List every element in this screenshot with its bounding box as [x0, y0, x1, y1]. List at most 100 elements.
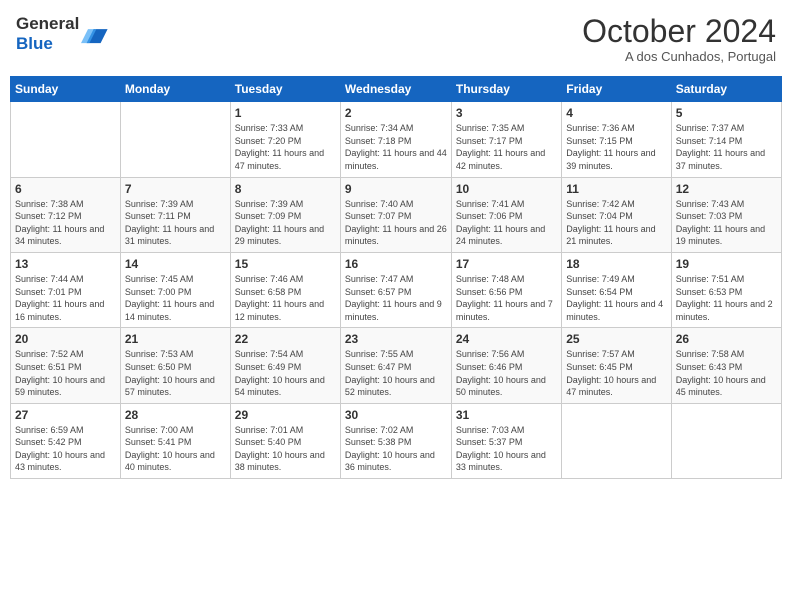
day-number: 9 — [345, 182, 447, 196]
col-header-friday: Friday — [562, 77, 671, 102]
month-title: October 2024 — [582, 14, 776, 49]
day-number: 3 — [456, 106, 557, 120]
day-info: Sunrise: 7:39 AM Sunset: 7:11 PM Dayligh… — [125, 198, 226, 248]
day-number: 11 — [566, 182, 666, 196]
calendar-week-row: 6 Sunrise: 7:38 AM Sunset: 7:12 PM Daylig… — [11, 177, 782, 252]
day-info: Sunrise: 7:53 AM Sunset: 6:50 PM Dayligh… — [125, 348, 226, 398]
calendar-cell: 21 Sunrise: 7:53 AM Sunset: 6:50 PM Dayli… — [120, 328, 230, 403]
day-info: Sunrise: 7:55 AM Sunset: 6:47 PM Dayligh… — [345, 348, 447, 398]
day-info: Sunrise: 7:52 AM Sunset: 6:51 PM Dayligh… — [15, 348, 116, 398]
calendar-cell: 28 Sunrise: 7:00 AM Sunset: 5:41 PM Dayli… — [120, 403, 230, 478]
day-info: Sunrise: 7:44 AM Sunset: 7:01 PM Dayligh… — [15, 273, 116, 323]
day-number: 14 — [125, 257, 226, 271]
col-header-sunday: Sunday — [11, 77, 121, 102]
calendar-cell: 23 Sunrise: 7:55 AM Sunset: 6:47 PM Dayli… — [340, 328, 451, 403]
day-number: 15 — [235, 257, 336, 271]
day-number: 7 — [125, 182, 226, 196]
day-number: 17 — [456, 257, 557, 271]
day-info: Sunrise: 7:02 AM Sunset: 5:38 PM Dayligh… — [345, 424, 447, 474]
day-number: 27 — [15, 408, 116, 422]
day-info: Sunrise: 7:37 AM Sunset: 7:14 PM Dayligh… — [676, 122, 777, 172]
logo-icon — [81, 20, 109, 48]
day-number: 23 — [345, 332, 447, 346]
day-info: Sunrise: 7:48 AM Sunset: 6:56 PM Dayligh… — [456, 273, 557, 323]
day-number: 6 — [15, 182, 116, 196]
col-header-wednesday: Wednesday — [340, 77, 451, 102]
day-info: Sunrise: 6:59 AM Sunset: 5:42 PM Dayligh… — [15, 424, 116, 474]
calendar-cell: 11 Sunrise: 7:42 AM Sunset: 7:04 PM Dayli… — [562, 177, 671, 252]
day-info: Sunrise: 7:45 AM Sunset: 7:00 PM Dayligh… — [125, 273, 226, 323]
calendar-header-row: SundayMondayTuesdayWednesdayThursdayFrid… — [11, 77, 782, 102]
calendar-week-row: 20 Sunrise: 7:52 AM Sunset: 6:51 PM Dayli… — [11, 328, 782, 403]
location: A dos Cunhados, Portugal — [582, 49, 776, 64]
day-number: 4 — [566, 106, 666, 120]
day-info: Sunrise: 7:01 AM Sunset: 5:40 PM Dayligh… — [235, 424, 336, 474]
day-number: 30 — [345, 408, 447, 422]
day-info: Sunrise: 7:51 AM Sunset: 6:53 PM Dayligh… — [676, 273, 777, 323]
day-number: 28 — [125, 408, 226, 422]
header: General Blue October 2024 A dos Cunhados… — [10, 10, 782, 68]
calendar-cell: 13 Sunrise: 7:44 AM Sunset: 7:01 PM Dayli… — [11, 252, 121, 327]
calendar-cell — [562, 403, 671, 478]
day-number: 20 — [15, 332, 116, 346]
calendar-cell: 7 Sunrise: 7:39 AM Sunset: 7:11 PM Daylig… — [120, 177, 230, 252]
col-header-thursday: Thursday — [451, 77, 561, 102]
day-info: Sunrise: 7:03 AM Sunset: 5:37 PM Dayligh… — [456, 424, 557, 474]
calendar-table: SundayMondayTuesdayWednesdayThursdayFrid… — [10, 76, 782, 479]
day-number: 16 — [345, 257, 447, 271]
day-number: 26 — [676, 332, 777, 346]
day-info: Sunrise: 7:57 AM Sunset: 6:45 PM Dayligh… — [566, 348, 666, 398]
day-info: Sunrise: 7:35 AM Sunset: 7:17 PM Dayligh… — [456, 122, 557, 172]
calendar-cell: 31Sunrise: 7:03 AM Sunset: 5:37 PM Dayli… — [451, 403, 561, 478]
title-block: October 2024 A dos Cunhados, Portugal — [582, 14, 776, 64]
calendar-cell: 30 Sunrise: 7:02 AM Sunset: 5:38 PM Dayli… — [340, 403, 451, 478]
day-number: 25 — [566, 332, 666, 346]
logo-general-text: General — [16, 14, 79, 34]
day-info: Sunrise: 7:49 AM Sunset: 6:54 PM Dayligh… — [566, 273, 666, 323]
day-info: Sunrise: 7:34 AM Sunset: 7:18 PM Dayligh… — [345, 122, 447, 172]
day-number: 13 — [15, 257, 116, 271]
calendar-cell: 2 Sunrise: 7:34 AM Sunset: 7:18 PM Daylig… — [340, 102, 451, 177]
col-header-saturday: Saturday — [671, 77, 781, 102]
day-number: 10 — [456, 182, 557, 196]
calendar-week-row: 1 Sunrise: 7:33 AM Sunset: 7:20 PM Daylig… — [11, 102, 782, 177]
day-number: 29 — [235, 408, 336, 422]
calendar-cell — [11, 102, 121, 177]
calendar-cell: 9Sunrise: 7:40 AM Sunset: 7:07 PM Daylig… — [340, 177, 451, 252]
calendar-cell: 12 Sunrise: 7:43 AM Sunset: 7:03 PM Dayli… — [671, 177, 781, 252]
day-number: 1 — [235, 106, 336, 120]
day-info: Sunrise: 7:38 AM Sunset: 7:12 PM Dayligh… — [15, 198, 116, 248]
calendar-cell: 26Sunrise: 7:58 AM Sunset: 6:43 PM Dayli… — [671, 328, 781, 403]
calendar-cell: 18Sunrise: 7:49 AM Sunset: 6:54 PM Dayli… — [562, 252, 671, 327]
day-info: Sunrise: 7:00 AM Sunset: 5:41 PM Dayligh… — [125, 424, 226, 474]
day-number: 5 — [676, 106, 777, 120]
calendar-cell: 5 Sunrise: 7:37 AM Sunset: 7:14 PM Daylig… — [671, 102, 781, 177]
logo-blue-text: Blue — [16, 34, 79, 54]
day-info: Sunrise: 7:33 AM Sunset: 7:20 PM Dayligh… — [235, 122, 336, 172]
calendar-cell: 6 Sunrise: 7:38 AM Sunset: 7:12 PM Daylig… — [11, 177, 121, 252]
logo: General Blue — [16, 14, 109, 53]
day-info: Sunrise: 7:43 AM Sunset: 7:03 PM Dayligh… — [676, 198, 777, 248]
calendar-cell: 4 Sunrise: 7:36 AM Sunset: 7:15 PM Daylig… — [562, 102, 671, 177]
calendar-cell: 27 Sunrise: 6:59 AM Sunset: 5:42 PM Dayli… — [11, 403, 121, 478]
day-info: Sunrise: 7:41 AM Sunset: 7:06 PM Dayligh… — [456, 198, 557, 248]
day-number: 21 — [125, 332, 226, 346]
calendar-cell: 17 Sunrise: 7:48 AM Sunset: 6:56 PM Dayli… — [451, 252, 561, 327]
col-header-monday: Monday — [120, 77, 230, 102]
day-number: 12 — [676, 182, 777, 196]
calendar-cell: 22 Sunrise: 7:54 AM Sunset: 6:49 PM Dayli… — [230, 328, 340, 403]
day-info: Sunrise: 7:54 AM Sunset: 6:49 PM Dayligh… — [235, 348, 336, 398]
calendar-cell: 24Sunrise: 7:56 AM Sunset: 6:46 PM Dayli… — [451, 328, 561, 403]
calendar-cell: 3 Sunrise: 7:35 AM Sunset: 7:17 PM Daylig… — [451, 102, 561, 177]
calendar-week-row: 27 Sunrise: 6:59 AM Sunset: 5:42 PM Dayli… — [11, 403, 782, 478]
calendar-week-row: 13 Sunrise: 7:44 AM Sunset: 7:01 PM Dayli… — [11, 252, 782, 327]
calendar-cell: 10 Sunrise: 7:41 AM Sunset: 7:06 PM Dayli… — [451, 177, 561, 252]
day-info: Sunrise: 7:36 AM Sunset: 7:15 PM Dayligh… — [566, 122, 666, 172]
day-info: Sunrise: 7:42 AM Sunset: 7:04 PM Dayligh… — [566, 198, 666, 248]
calendar-cell: 29 Sunrise: 7:01 AM Sunset: 5:40 PM Dayli… — [230, 403, 340, 478]
day-number: 22 — [235, 332, 336, 346]
calendar-cell — [671, 403, 781, 478]
day-number: 2 — [345, 106, 447, 120]
calendar-cell: 15Sunrise: 7:46 AM Sunset: 6:58 PM Dayli… — [230, 252, 340, 327]
calendar-cell: 8Sunrise: 7:39 AM Sunset: 7:09 PM Daylig… — [230, 177, 340, 252]
